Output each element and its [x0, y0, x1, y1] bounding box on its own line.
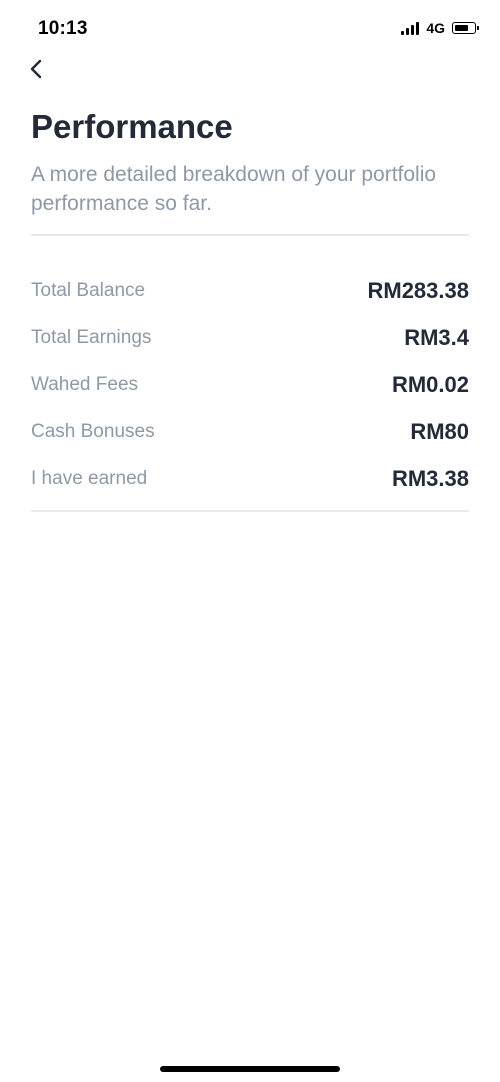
status-time: 10:13	[38, 18, 88, 39]
page-subtitle: A more detailed breakdown of your portfo…	[31, 163, 437, 215]
divider	[31, 234, 469, 236]
home-indicator[interactable]	[160, 1066, 340, 1072]
back-button[interactable]	[24, 56, 50, 82]
status-indicators: 4G	[401, 20, 479, 36]
stat-row-total-earnings: Total Earnings RM3.4	[31, 314, 469, 361]
stat-value: RM3.4	[404, 324, 469, 350]
stat-label: Total Balance	[31, 279, 146, 301]
chevron-left-icon	[30, 59, 42, 79]
status-bar: 10:13 4G	[0, 0, 500, 60]
stat-row-i-have-earned: I have earned RM3.38	[31, 455, 469, 502]
stat-value: RM0.02	[391, 371, 469, 397]
divider	[31, 510, 469, 512]
stat-label: Wahed Fees	[31, 373, 139, 395]
stat-label: Total Earnings	[31, 326, 152, 348]
stat-label: Cash Bonuses	[31, 420, 155, 442]
performance-stats-list: Total Balance RM283.38 Total Earnings RM…	[31, 267, 469, 502]
stat-value: RM80	[410, 418, 469, 444]
stat-value: RM283.38	[367, 277, 469, 303]
stat-value: RM3.38	[391, 465, 469, 491]
stat-row-total-balance: Total Balance RM283.38	[31, 267, 469, 314]
battery-icon	[452, 22, 479, 34]
stat-label: I have earned	[31, 467, 148, 489]
battery-level	[454, 24, 468, 31]
stat-row-cash-bonuses: Cash Bonuses RM80	[31, 408, 469, 455]
page-title: Performance	[31, 108, 233, 145]
stat-row-wahed-fees: Wahed Fees RM0.02	[31, 361, 469, 408]
cellular-signal-icon	[401, 21, 420, 35]
network-type-label: 4G	[426, 20, 445, 36]
